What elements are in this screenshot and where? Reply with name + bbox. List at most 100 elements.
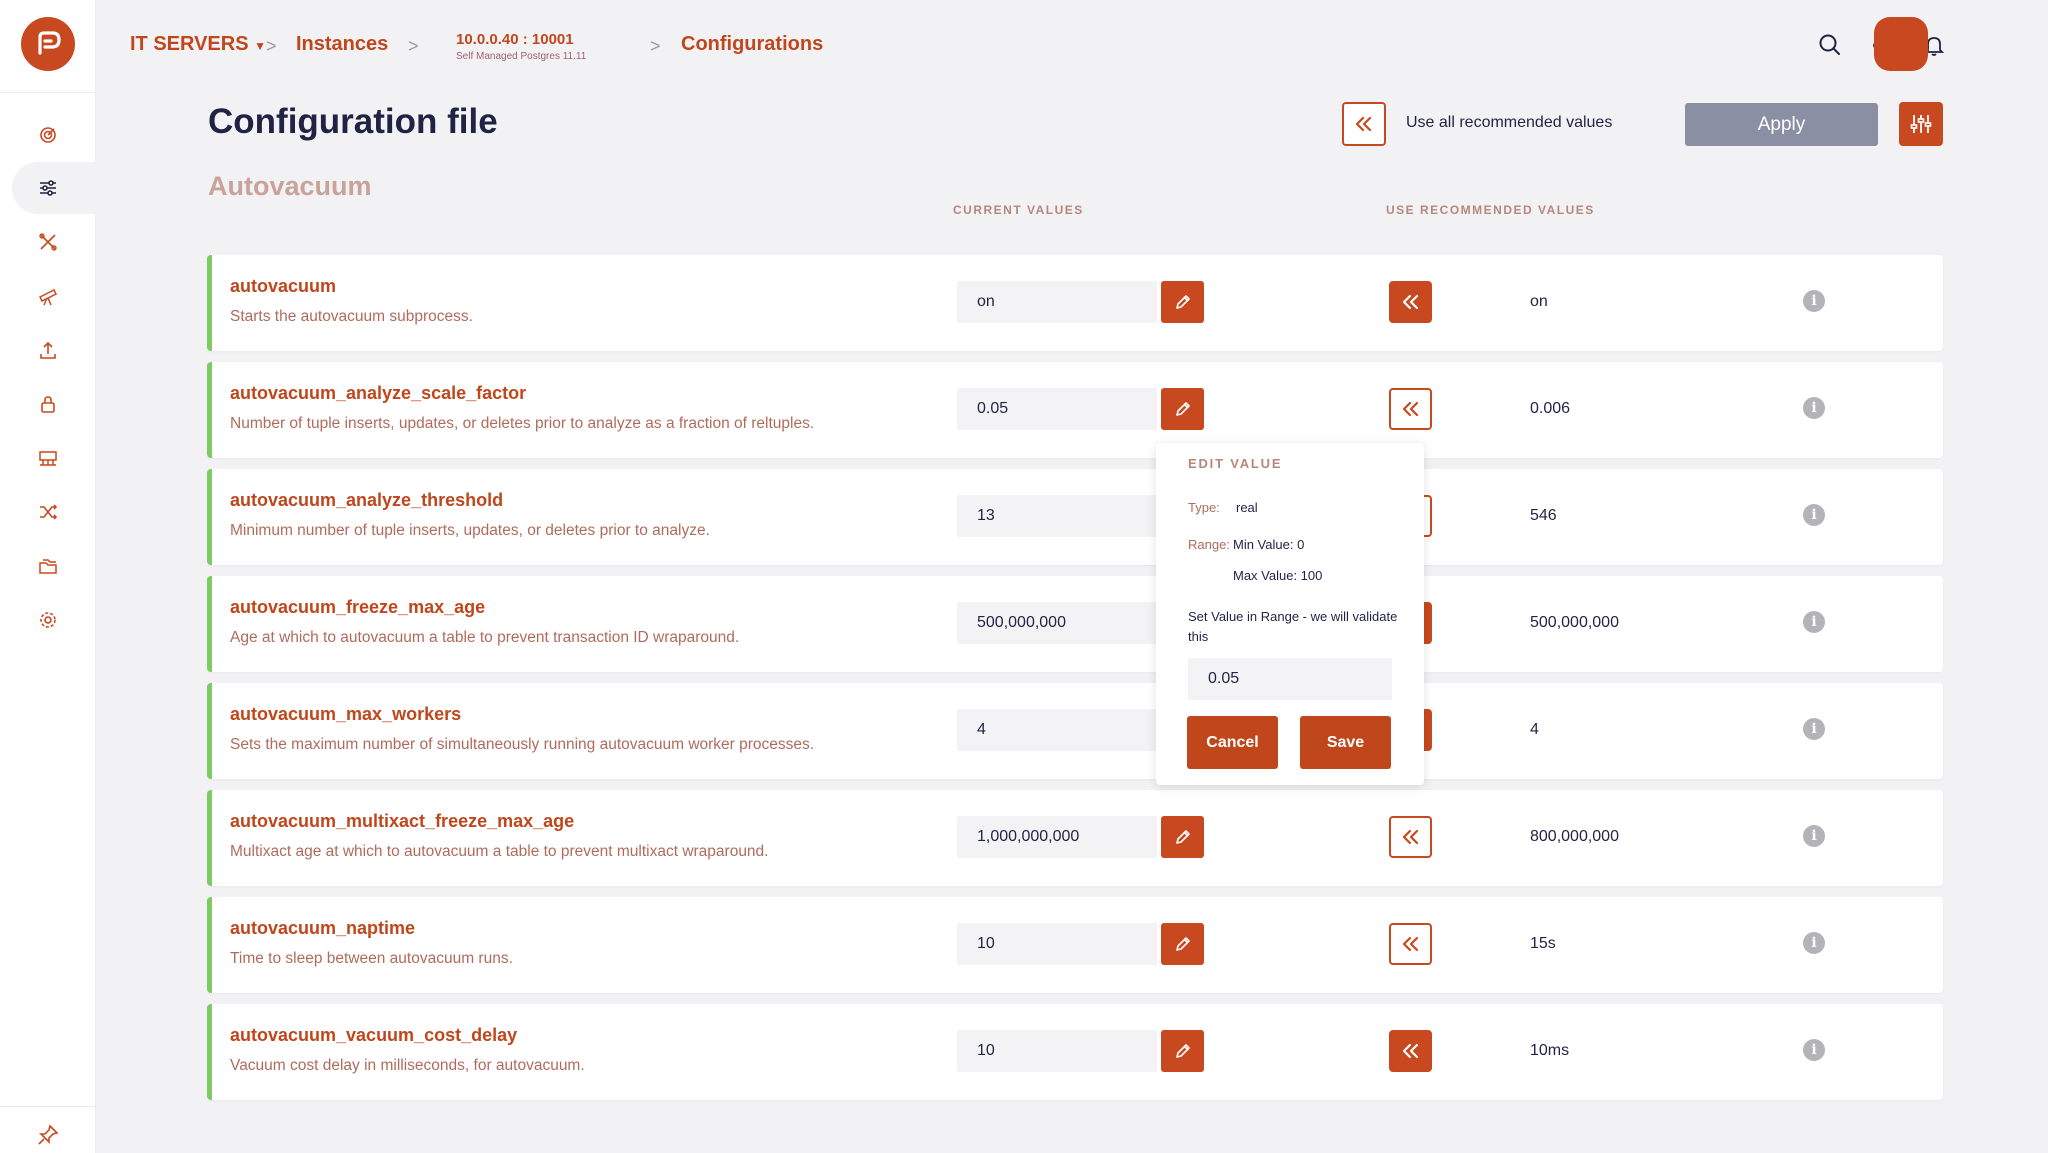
current-value-field[interactable]: 1,000,000,000 [957,816,1157,858]
param-description: Time to sleep between autovacuum runs. [230,950,513,967]
gear-icon [40,612,56,628]
current-value-field[interactable]: 10 [957,923,1157,965]
caret-down-icon: ▼ [254,39,267,53]
info-icon[interactable]: i [1803,932,1825,954]
recommended-value: 800,000,000 [1530,828,1619,845]
sidebar-item-routing[interactable] [12,486,96,538]
param-description: Age at which to autovacuum a table to pr… [230,629,740,646]
sidebar-divider [0,92,96,93]
info-icon[interactable]: i [1803,825,1825,847]
sidebar-item-settings[interactable] [12,594,96,646]
current-value-field[interactable]: 10 [957,1030,1157,1072]
param-description: Sets the maximum number of simultaneousl… [230,736,815,753]
param-description: Vacuum cost delay in milliseconds, for a… [230,1057,585,1074]
table-row: autovacuum_vacuum_cost_delay Vacuum cost … [207,1004,1943,1100]
breadcrumb-instance-type: Self Managed Postgres 11.11 [456,51,587,62]
sidebar-divider-bottom [0,1106,96,1107]
use-recommended-button[interactable] [1389,1030,1432,1072]
sidebar-item-tools[interactable] [12,216,96,268]
tools-icon [39,233,57,251]
breadcrumb-instance[interactable]: 10.0.0.40 : 10001 [456,31,574,48]
double-chevron-left-icon [1402,1043,1418,1059]
sidebar-item-servers[interactable] [12,432,96,484]
double-chevron-left-icon [1402,829,1418,845]
double-chevron-left-icon [1355,116,1372,132]
info-icon[interactable]: i [1803,290,1825,312]
avatar[interactable] [1874,17,1928,71]
current-value-field[interactable]: 0.05 [957,388,1157,430]
recommended-value: 4 [1530,721,1539,738]
pencil-icon [1175,830,1190,844]
info-icon[interactable]: i [1803,504,1825,526]
edit-value-button[interactable] [1161,388,1204,430]
popup-title: EDIT VALUE [1188,456,1283,471]
sidebar-item-deploy[interactable] [12,324,96,376]
recommended-value: 0.006 [1530,400,1571,417]
edit-value-button[interactable] [1161,1030,1204,1072]
edit-value-button[interactable] [1161,816,1204,858]
use-all-recommended-button[interactable] [1342,102,1386,146]
param-description: Number of tuple inserts, updates, or del… [230,415,815,432]
cancel-button[interactable]: Cancel [1187,716,1278,769]
popup-value-input[interactable]: 0.05 [1188,658,1392,700]
search-icon[interactable] [1817,32,1843,58]
param-description: Starts the autovacuum subprocess. [230,308,473,325]
table-row: autovacuum_naptime Time to sleep between … [207,897,1943,993]
apply-button[interactable]: Apply [1685,103,1878,146]
dashboard-gauge-icon [40,127,56,143]
chevron-right-icon: > [650,36,661,56]
current-value-field[interactable]: 13 [957,495,1157,537]
info-icon[interactable]: i [1803,611,1825,633]
server-icon [39,451,57,466]
folders-icon [39,559,57,574]
edit-value-popup: EDIT VALUE Type: real Range: Min Value: … [1156,443,1424,785]
app-logo[interactable] [21,17,75,71]
recommended-value: on [1530,293,1548,310]
pin-icon[interactable] [36,1123,60,1147]
double-chevron-left-icon [1402,294,1418,310]
breadcrumb-instances[interactable]: Instances [296,33,388,56]
recommended-value: 500,000,000 [1530,614,1619,631]
shuffle-icon [40,504,58,520]
sidebar-item-observe[interactable] [12,270,96,322]
param-name: autovacuum_analyze_scale_factor [230,383,527,403]
popup-range-label: Range: [1188,537,1230,552]
sidebar [0,0,96,1153]
use-recommended-button[interactable] [1389,923,1432,965]
use-recommended-button[interactable] [1389,281,1432,323]
column-header-current: CURRENT VALUES [953,203,1084,217]
section-title: Autovacuum [208,171,372,201]
chevron-right-icon: > [408,36,419,56]
breadcrumb-org[interactable]: IT SERVERS ▼ [130,33,266,56]
edit-value-button[interactable] [1161,281,1204,323]
use-recommended-button[interactable] [1389,816,1432,858]
popup-max-value: Max Value: 100 [1233,568,1323,583]
breadcrumb-configurations: Configurations [681,33,824,55]
use-recommended-button[interactable] [1389,388,1432,430]
upload-icon [40,341,56,359]
table-row: autovacuum_max_workers Sets the maximum n… [207,683,1943,779]
sliders-icon [40,180,56,196]
info-icon[interactable]: i [1803,718,1825,740]
double-chevron-left-icon [1402,936,1418,952]
param-name: autovacuum_naptime [230,918,416,938]
sidebar-item-dashboard[interactable] [12,108,96,160]
table-row: autovacuum_analyze_scale_factor Number of… [207,362,1943,458]
sidebar-item-configuration[interactable] [12,162,96,214]
use-all-recommended-label: Use all recommended values [1406,114,1613,131]
tune-button[interactable] [1899,102,1943,146]
info-icon[interactable]: i [1803,1039,1825,1061]
save-button[interactable]: Save [1300,716,1391,769]
current-value-field[interactable]: on [957,281,1157,323]
table-row: autovacuum Starts the autovacuum subproce… [207,255,1943,351]
sidebar-item-security[interactable] [12,378,96,430]
chevron-right-icon: > [266,36,277,56]
current-value-field[interactable]: 4 [957,709,1157,751]
pencil-icon [1175,1044,1190,1058]
current-value-field[interactable]: 500,000,000 [957,602,1157,644]
edit-value-button[interactable] [1161,923,1204,965]
info-icon[interactable]: i [1803,397,1825,419]
sidebar-item-files[interactable] [12,540,96,592]
param-name: autovacuum_vacuum_cost_delay [230,1025,518,1045]
param-description: Multixact age at which to autovacuum a t… [230,843,769,860]
